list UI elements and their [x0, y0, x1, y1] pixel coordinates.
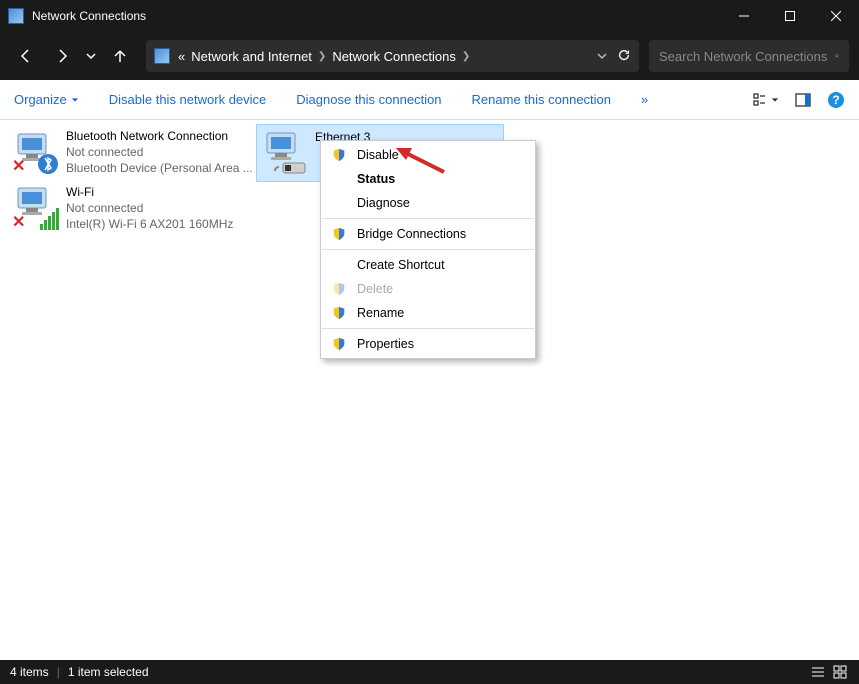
diagnose-link[interactable]: Diagnose this connection: [296, 92, 441, 107]
ctx-status[interactable]: Status: [321, 167, 535, 191]
preview-pane-button[interactable]: [795, 92, 811, 108]
search-icon[interactable]: [835, 49, 839, 63]
ctx-rename[interactable]: Rename: [321, 301, 535, 325]
connection-name: Bluetooth Network Connection: [66, 128, 253, 144]
ctx-create-shortcut[interactable]: Create Shortcut: [321, 253, 535, 277]
shield-icon: [331, 305, 347, 321]
titlebar: Network Connections: [0, 0, 859, 32]
chevron-right-icon[interactable]: ❯: [318, 51, 326, 62]
wifi-adapter-icon: ✕: [12, 184, 60, 232]
connection-status: Not connected: [66, 144, 253, 160]
details-view-button[interactable]: [809, 663, 827, 681]
help-button[interactable]: ?: [827, 91, 845, 109]
ethernet-adapter-icon: [261, 129, 309, 177]
ctx-diagnose[interactable]: Diagnose: [321, 191, 535, 215]
status-item-count: 4 items: [10, 665, 49, 679]
search-input[interactable]: [659, 49, 835, 64]
menu-separator: [322, 249, 534, 250]
connection-device: Intel(R) Wi-Fi 6 AX201 160MHz: [66, 216, 233, 232]
navbar: « Network and Internet ❯ Network Connect…: [0, 32, 859, 80]
minimize-button[interactable]: [721, 0, 767, 32]
statusbar: 4 items | 1 item selected: [0, 660, 859, 684]
address-bar[interactable]: « Network and Internet ❯ Network Connect…: [146, 40, 639, 72]
app-icon: [8, 8, 24, 24]
shield-icon: [331, 147, 347, 163]
svg-text:?: ?: [832, 93, 839, 107]
maximize-button[interactable]: [767, 0, 813, 32]
breadcrumb-item[interactable]: Network and Internet: [191, 49, 312, 64]
rename-link[interactable]: Rename this connection: [472, 92, 611, 107]
location-icon: [154, 48, 170, 64]
search-box[interactable]: [649, 40, 849, 72]
ctx-delete: Delete: [321, 277, 535, 301]
close-button[interactable]: [813, 0, 859, 32]
recent-dropdown[interactable]: [82, 40, 100, 72]
connection-device: Bluetooth Device (Personal Area ...: [66, 160, 253, 176]
connection-status: Not connected: [66, 200, 233, 216]
toolbar-overflow[interactable]: »: [641, 92, 648, 107]
organize-menu[interactable]: Organize: [14, 92, 79, 107]
chevron-right-icon[interactable]: ❯: [462, 51, 470, 62]
disable-device-link[interactable]: Disable this network device: [109, 92, 267, 107]
up-button[interactable]: [104, 40, 136, 72]
ctx-disable[interactable]: Disable: [321, 143, 535, 167]
shield-icon: [331, 226, 347, 242]
command-toolbar: Organize Disable this network device Dia…: [0, 80, 859, 120]
disconnected-icon: ✕: [12, 156, 25, 176]
menu-separator: [322, 328, 534, 329]
refresh-button[interactable]: [617, 48, 631, 65]
connection-item-bluetooth[interactable]: ✕ Bluetooth Network Connection Not conne…: [8, 124, 256, 180]
content-area[interactable]: ✕ Bluetooth Network Connection Not conne…: [0, 120, 859, 660]
view-options-button[interactable]: [753, 92, 779, 108]
ctx-bridge[interactable]: Bridge Connections: [321, 222, 535, 246]
context-menu: Disable Status Diagnose Bridge Connectio…: [320, 140, 536, 359]
bluetooth-adapter-icon: ✕: [12, 128, 60, 176]
ctx-properties[interactable]: Properties: [321, 332, 535, 356]
thumbnails-view-button[interactable]: [831, 663, 849, 681]
status-selection-count: 1 item selected: [68, 665, 149, 679]
breadcrumb-prefix: «: [178, 49, 185, 64]
menu-separator: [322, 218, 534, 219]
back-button[interactable]: [10, 40, 42, 72]
forward-button[interactable]: [46, 40, 78, 72]
shield-icon: [331, 281, 347, 297]
breadcrumb-item[interactable]: Network Connections: [332, 49, 456, 64]
disconnected-icon: ✕: [12, 212, 25, 232]
connection-item-wifi[interactable]: ✕ Wi-Fi Not connected Intel(R) Wi-Fi 6 A…: [8, 180, 256, 236]
shield-icon: [331, 336, 347, 352]
window-title: Network Connections: [32, 9, 721, 23]
address-dropdown[interactable]: [597, 49, 607, 64]
connection-name: Wi-Fi: [66, 184, 233, 200]
